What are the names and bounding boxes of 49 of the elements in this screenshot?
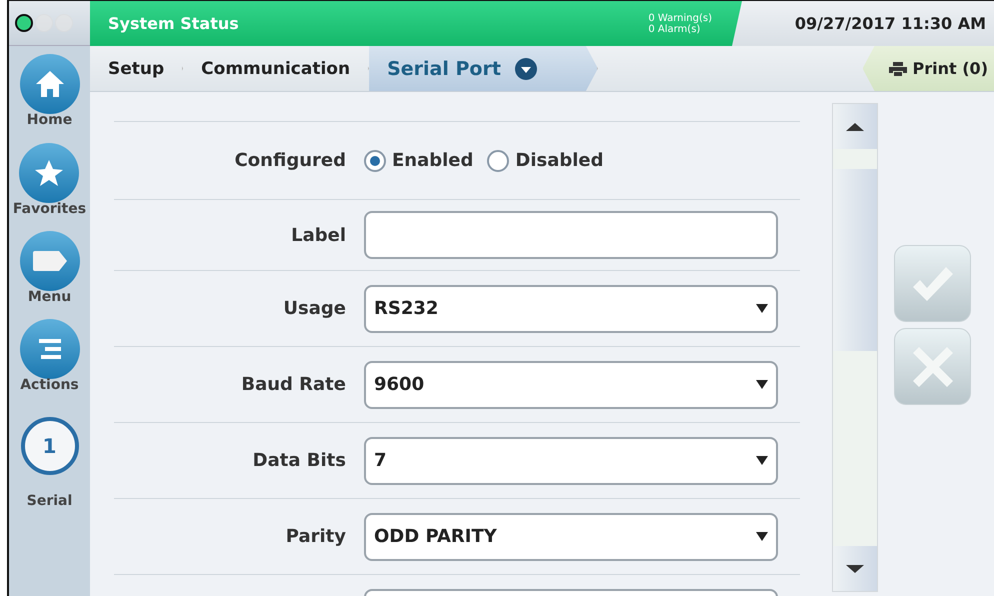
status-title: System Status bbox=[108, 14, 240, 33]
breadcrumb-item[interactable]: Setup bbox=[90, 46, 184, 91]
field-label: Usage bbox=[282, 298, 346, 319]
sidebar-label: Menu bbox=[28, 289, 72, 305]
select-field[interactable]: 7 bbox=[364, 436, 778, 484]
print-button[interactable]: Print (0) bbox=[862, 46, 994, 91]
field-label: Baud Rate bbox=[240, 374, 346, 395]
alarm-count: 0 Alarm(s) bbox=[648, 24, 700, 34]
radio-option[interactable]: Disabled bbox=[487, 150, 604, 172]
sidebar-label: Home bbox=[26, 112, 72, 128]
select-field[interactable]: 9600 bbox=[364, 360, 778, 408]
cancel-button[interactable] bbox=[894, 328, 971, 405]
warning-count: 0 Warning(s) bbox=[648, 12, 712, 24]
caret-icon bbox=[756, 456, 768, 465]
status-light-icon bbox=[15, 14, 33, 32]
field-label: Configured bbox=[234, 150, 346, 171]
up-arrow-icon bbox=[846, 122, 864, 130]
radio-option[interactable]: Enabled bbox=[364, 150, 474, 172]
caret-icon bbox=[756, 532, 768, 541]
badge-icon: 1 bbox=[20, 417, 78, 475]
breadcrumb-item[interactable]: Serial Port bbox=[369, 46, 598, 91]
select-field[interactable]: RS232 bbox=[364, 284, 778, 332]
check-icon bbox=[910, 264, 954, 302]
sidebar-label: Actions bbox=[20, 377, 79, 393]
home-icon bbox=[34, 70, 64, 98]
select-field[interactable]: ODD PARITY bbox=[364, 512, 778, 560]
scroll-thumb[interactable] bbox=[833, 169, 877, 351]
sidebar-label: Serial bbox=[26, 493, 72, 509]
scroll-down-button[interactable] bbox=[833, 546, 877, 591]
caret-icon bbox=[756, 380, 768, 389]
tag-icon bbox=[32, 250, 68, 272]
sidebar-label: Favorites bbox=[12, 201, 86, 217]
radio-button[interactable] bbox=[364, 150, 386, 172]
caret-icon bbox=[756, 304, 768, 313]
radio-button[interactable] bbox=[487, 150, 510, 172]
field-label: Label bbox=[290, 224, 346, 246]
scroll-up-button[interactable] bbox=[833, 104, 877, 149]
sidebar-item[interactable]: 1 Serial bbox=[20, 407, 78, 509]
down-arrow-icon bbox=[846, 564, 864, 572]
star-icon bbox=[34, 159, 64, 187]
field-label: Data Bits bbox=[252, 450, 346, 471]
field-label: Parity bbox=[284, 526, 346, 547]
lines-icon bbox=[36, 338, 62, 360]
close-icon bbox=[912, 346, 954, 388]
dropdown-icon bbox=[514, 58, 537, 80]
printer-icon bbox=[888, 62, 907, 76]
confirm-button[interactable] bbox=[894, 245, 971, 322]
input-field[interactable] bbox=[364, 211, 778, 259]
date-time: 09/27/2017 11:30 AM bbox=[732, 1, 994, 46]
